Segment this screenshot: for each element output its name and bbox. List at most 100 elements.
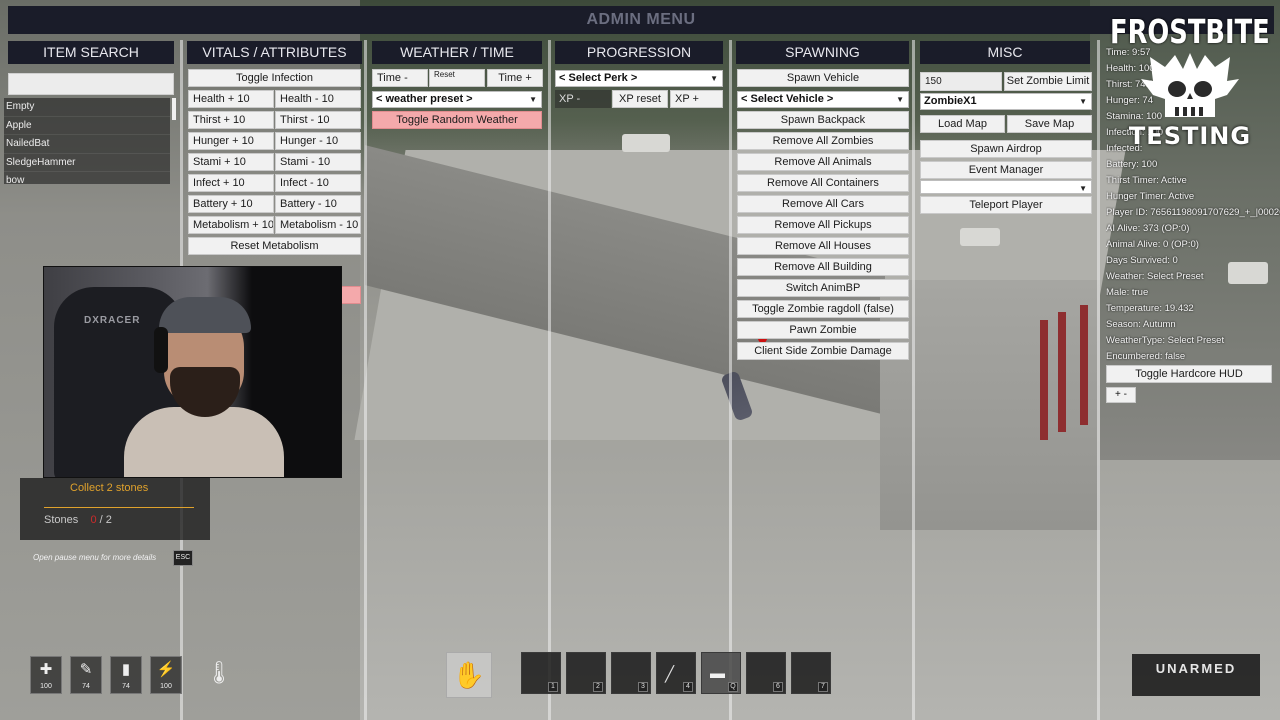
- inventory-slot-2[interactable]: 2: [566, 652, 606, 694]
- list-item[interactable]: bow: [4, 172, 170, 184]
- energy-icon: ⚡: [156, 661, 176, 678]
- stat-animal-alive: Animal Alive: 0 (OP:0): [1106, 239, 1199, 250]
- stat-battery: Battery: 100: [1106, 159, 1158, 170]
- list-item[interactable]: NailedBat: [4, 135, 170, 154]
- load-map-button[interactable]: Load Map: [920, 115, 1005, 133]
- remove-all-animals-button[interactable]: Remove All Animals: [737, 153, 909, 171]
- inventory-slot-6[interactable]: 6: [746, 652, 786, 694]
- zombie-limit-input[interactable]: 150: [920, 72, 1002, 91]
- inventory-slot-4[interactable]: ╱ 4: [656, 652, 696, 694]
- remove-all-zombies-button[interactable]: Remove All Zombies: [737, 132, 909, 150]
- chevron-down-icon: ▼: [896, 95, 904, 104]
- chevron-down-icon: ▼: [1079, 184, 1087, 193]
- hidden-pink-button[interactable]: [340, 286, 361, 304]
- infect-minus-button[interactable]: Infect - 10: [275, 174, 361, 192]
- vitals-header: VITALS / ATTRIBUTES: [187, 41, 362, 64]
- stamina-minus-button[interactable]: Stami - 10: [275, 153, 361, 171]
- water-bottle-icon: ▮: [121, 661, 131, 678]
- stat-encumbered: Encumbered: false: [1106, 351, 1186, 362]
- item-list[interactable]: Empty Apple NailedBat SledgeHammer bow: [4, 98, 170, 184]
- remove-all-building-button[interactable]: Remove All Building: [737, 258, 909, 276]
- xp-plus-button[interactable]: XP +: [670, 90, 723, 108]
- time-reset-button[interactable]: Reset: [429, 69, 485, 87]
- pawn-zombie-button[interactable]: Pawn Zombie: [737, 321, 909, 339]
- list-item[interactable]: Apple: [4, 117, 170, 135]
- remove-all-houses-button[interactable]: Remove All Houses: [737, 237, 909, 255]
- slot-key: Q: [728, 682, 738, 692]
- inventory-slot-1[interactable]: 1: [521, 652, 561, 694]
- vehicle-select[interactable]: < Select Vehicle > ▼: [737, 91, 909, 108]
- quest-progress-current: 0: [90, 514, 97, 526]
- quest-progress-total: / 2: [99, 514, 112, 526]
- xp-minus-button[interactable]: XP -: [555, 90, 611, 108]
- health-minus-button[interactable]: Health - 10: [275, 90, 361, 108]
- inventory-slot-q[interactable]: ▬ Q: [701, 652, 741, 694]
- thirst-minus-button[interactable]: Thirst - 10: [275, 111, 361, 129]
- health-plus-button[interactable]: Health + 10: [188, 90, 274, 108]
- perk-select-value: < Select Perk >: [559, 72, 638, 84]
- thirst-plus-button[interactable]: Thirst + 10: [188, 111, 274, 129]
- teleport-player-button[interactable]: Teleport Player: [920, 196, 1092, 214]
- remove-all-containers-button[interactable]: Remove All Containers: [737, 174, 909, 192]
- toggle-infection-button[interactable]: Toggle Infection: [188, 69, 361, 87]
- chevron-down-icon: ▼: [710, 74, 718, 83]
- misc-empty-select[interactable]: ▼: [920, 180, 1092, 194]
- weather-preset-select[interactable]: < weather preset > ▼: [372, 91, 542, 108]
- spawn-vehicle-button[interactable]: Spawn Vehicle: [737, 69, 909, 87]
- stamina-plus-button[interactable]: Stami + 10: [188, 153, 274, 171]
- weather-header: WEATHER / TIME: [372, 41, 542, 64]
- save-map-button[interactable]: Save Map: [1007, 115, 1092, 133]
- switch-animbp-button[interactable]: Switch AnimBP: [737, 279, 909, 297]
- time-plus-button[interactable]: Time +: [487, 69, 543, 87]
- webcam-overlay: DXRACER: [43, 266, 342, 478]
- hand-icon[interactable]: ✋: [446, 652, 492, 698]
- battery-minus-button[interactable]: Battery - 10: [275, 195, 361, 213]
- parked-car: [622, 134, 670, 152]
- quest-panel: Collect 2 stones Stones 0 / 2: [20, 478, 210, 540]
- slot-key: 3: [638, 682, 648, 692]
- perk-select[interactable]: < Select Perk > ▼: [555, 70, 723, 87]
- inventory-slot-7[interactable]: 7: [791, 652, 831, 694]
- red-pillar: [1040, 320, 1048, 440]
- spawning-header: SPAWNING: [736, 41, 909, 64]
- list-item[interactable]: Empty: [4, 98, 170, 117]
- headset-icon: [154, 327, 168, 373]
- spawn-backpack-button[interactable]: Spawn Backpack: [737, 111, 909, 129]
- spawn-airdrop-button[interactable]: Spawn Airdrop: [920, 140, 1092, 158]
- hud-scale-buttons[interactable]: + -: [1106, 387, 1136, 403]
- inventory-slot-3[interactable]: 3: [611, 652, 651, 694]
- thermometer-icon: 🌡: [205, 660, 233, 685]
- toggle-random-weather-button[interactable]: Toggle Random Weather: [372, 111, 542, 129]
- hunger-minus-button[interactable]: Hunger - 10: [275, 132, 361, 150]
- remove-all-cars-button[interactable]: Remove All Cars: [737, 195, 909, 213]
- toggle-zombie-ragdoll-button[interactable]: Toggle Zombie ragdoll (false): [737, 300, 909, 318]
- set-zombie-limit-button[interactable]: Set Zombie Limit: [1004, 72, 1092, 91]
- stat-male: Male: true: [1106, 287, 1149, 298]
- zombie-type-select[interactable]: ZombieX1 ▼: [920, 93, 1092, 110]
- streamer-shirt: [124, 407, 284, 477]
- item-search-input[interactable]: [8, 73, 174, 95]
- metabolism-minus-button[interactable]: Metabolism - 10: [275, 216, 361, 234]
- slot-key: 4: [683, 682, 693, 692]
- list-item[interactable]: SledgeHammer: [4, 154, 170, 172]
- time-minus-button[interactable]: Time -: [372, 69, 428, 87]
- event-manager-button[interactable]: Event Manager: [920, 161, 1092, 179]
- esc-key-icon: ESC: [173, 550, 193, 566]
- cloth-icon: ▬: [710, 665, 725, 682]
- toggle-hardcore-hud-button[interactable]: Toggle Hardcore HUD: [1106, 365, 1272, 383]
- hunger-plus-button[interactable]: Hunger + 10: [188, 132, 274, 150]
- chevron-down-icon: ▼: [529, 95, 537, 104]
- quest-progress-label: Stones: [44, 514, 79, 526]
- food-icon: ✎: [79, 661, 93, 678]
- metabolism-plus-button[interactable]: Metabolism + 10: [188, 216, 274, 234]
- client-side-zombie-damage-button[interactable]: Client Side Zombie Damage: [737, 342, 909, 360]
- reset-metabolism-button[interactable]: Reset Metabolism: [188, 237, 361, 255]
- vehicle-select-value: < Select Vehicle >: [741, 93, 834, 105]
- remove-all-pickups-button[interactable]: Remove All Pickups: [737, 216, 909, 234]
- infect-plus-button[interactable]: Infect + 10: [188, 174, 274, 192]
- item-list-scrollbar[interactable]: [172, 98, 176, 120]
- xp-reset-button[interactable]: XP reset: [612, 90, 668, 108]
- weapon-status: UNARMED: [1132, 654, 1260, 696]
- column-divider: [729, 40, 732, 720]
- battery-plus-button[interactable]: Battery + 10: [188, 195, 274, 213]
